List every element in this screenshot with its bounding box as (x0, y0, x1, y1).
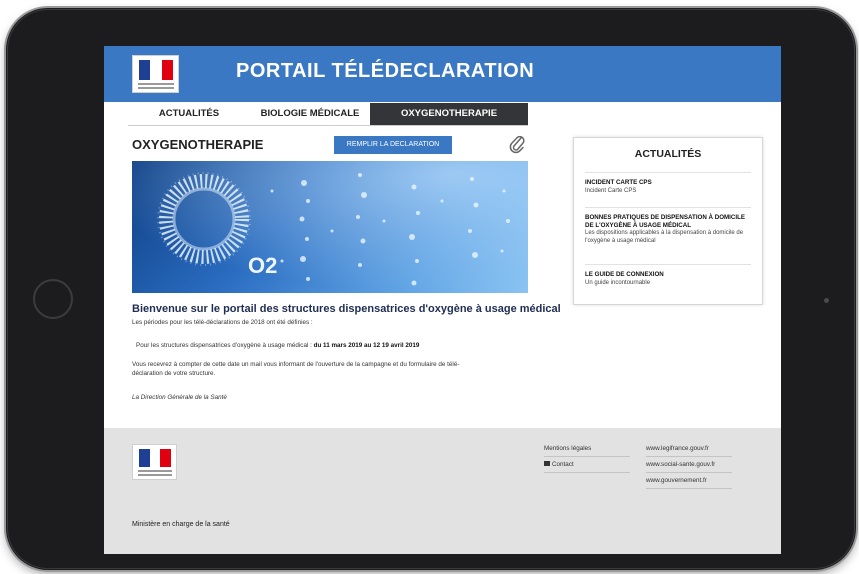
home-button[interactable] (33, 279, 73, 319)
footer-divider (646, 488, 732, 489)
dates-prefix: Pour les structures dispensatrices d'oxy… (136, 342, 314, 349)
footer-link-mentions[interactable]: Mentions légales (544, 445, 591, 452)
info-text: Vous recevrez à compter de cette date un… (132, 360, 459, 378)
ministry-label: Ministère en charge de la santé (132, 521, 230, 528)
logo-text-lines (138, 83, 174, 91)
news-heading[interactable]: BONNES PRATIQUES DE DISPENSATION À DOMIC… (585, 214, 750, 229)
footer-link-contact[interactable]: Contact (544, 461, 574, 468)
news-sidebar: ACTUALITÉS INCIDENT CARTE CPS Incident C… (573, 137, 763, 305)
footer: Ministère en charge de la santé Mentions… (104, 428, 781, 554)
nav-divider (128, 125, 528, 126)
footer-divider (544, 472, 630, 473)
logo-text-lines (138, 470, 172, 478)
periods-text: Les périodes pour les télé-déclarations … (132, 319, 313, 326)
tab-biologie-medicale[interactable]: BIOLOGIE MÉDICALE (250, 103, 370, 125)
news-desc: Les dispositions applicables à la dispen… (585, 230, 744, 244)
contact-label[interactable]: Contact (552, 461, 574, 468)
tablet-frame: PORTAIL TÉLÉDECLARATION ACTUALITÉS BIOLO… (6, 8, 856, 570)
marianne-logo[interactable] (132, 55, 179, 93)
footer-divider (646, 472, 732, 473)
mail-icon (544, 461, 550, 466)
fill-declaration-button[interactable]: REMPLIR LA DECLARATION (334, 136, 452, 154)
tab-oxygenotherapie[interactable]: OXYGENOTHERAPIE (370, 103, 528, 125)
sidebar-divider (585, 172, 751, 173)
o2-subscript: O2 (248, 253, 277, 278)
footer-link-legifrance[interactable]: www.legifrance.gouv.fr (646, 445, 709, 452)
footer-link-social-sante[interactable]: www.social-sante.gouv.fr (646, 461, 715, 468)
dates-range: du 11 mars 2019 au 12 19 avril 2019 (313, 342, 420, 349)
news-desc: Incident Carte CPS (585, 187, 637, 194)
dates-text: Pour les structures dispensatrices d'oxy… (136, 342, 419, 349)
marianne-logo[interactable] (132, 444, 177, 480)
hero-image: O2 (132, 161, 528, 293)
page-title: OXYGENOTHERAPIE (132, 137, 264, 152)
sidebar-divider (585, 264, 751, 265)
news-item[interactable]: BONNES PRATIQUES DE DISPENSATION À DOMIC… (585, 214, 753, 245)
header: PORTAIL TÉLÉDECLARATION (104, 46, 781, 102)
news-item[interactable]: INCIDENT CARTE CPS Incident Carte CPS (585, 179, 753, 195)
sidebar-divider (585, 207, 751, 208)
screen: PORTAIL TÉLÉDECLARATION ACTUALITÉS BIOLO… (104, 46, 781, 554)
news-heading[interactable]: INCIDENT CARTE CPS (585, 179, 753, 187)
camera-dot (824, 298, 829, 303)
footer-divider (646, 456, 732, 457)
site-title: PORTAIL TÉLÉDECLARATION (236, 60, 535, 82)
flag-icon (139, 449, 172, 467)
flag-icon (139, 60, 173, 80)
bubbles-illustration: O2 (132, 161, 528, 293)
news-desc: Un guide incontournable (585, 279, 651, 286)
main-nav: ACTUALITÉS BIOLOGIE MÉDICALE OXYGENOTHER… (128, 103, 528, 125)
paperclip-icon[interactable] (508, 134, 526, 154)
signature: La Direction Générale de la Santé (132, 394, 227, 401)
info-line-2: déclaration de votre structure. (132, 370, 216, 377)
footer-link-gouvernement[interactable]: www.gouvernement.fr (646, 477, 707, 484)
news-item[interactable]: LE GUIDE DE CONNEXION Un guide incontour… (585, 271, 753, 287)
tab-actualites[interactable]: ACTUALITÉS (128, 103, 250, 125)
footer-divider (544, 456, 630, 457)
news-heading[interactable]: LE GUIDE DE CONNEXION (585, 271, 753, 279)
welcome-heading: Bienvenue sur le portail des structures … (132, 303, 561, 315)
sidebar-title: ACTUALITÉS (634, 148, 702, 160)
info-line-1: Vous recevrez à compter de cette date un… (132, 361, 460, 368)
